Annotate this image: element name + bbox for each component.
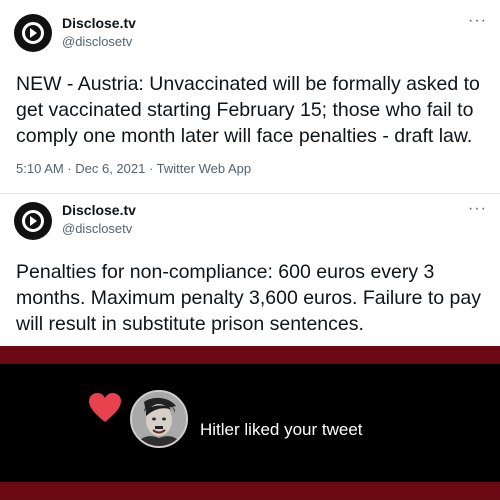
banner-top-stripe — [0, 346, 500, 364]
account-name[interactable]: Disclose.tv — [62, 202, 136, 218]
disclose-avatar[interactable] — [14, 202, 52, 240]
tweet-timestamp[interactable]: 5:10 AM · Dec 6, 2021 · Twitter Web App — [16, 161, 251, 176]
tweet-1[interactable]: Disclose.tv @disclosetv ··· NEW - Austri… — [0, 0, 500, 194]
tweet-text: NEW - Austria: Unvaccinated will be form… — [16, 73, 480, 147]
disclose-avatar[interactable] — [14, 14, 52, 52]
tweet-2[interactable]: Disclose.tv @disclosetv ··· Penalties fo… — [0, 194, 500, 346]
account-name[interactable]: Disclose.tv — [62, 15, 136, 31]
play-logo-icon — [22, 22, 44, 44]
account-handle[interactable]: @disclosetv — [62, 34, 132, 49]
account-handle[interactable]: @disclosetv — [62, 221, 132, 236]
user-avatar[interactable] — [130, 390, 188, 448]
heart-icon — [89, 393, 121, 422]
tweet-text: Penalties for non-compliance: 600 euros … — [16, 261, 481, 335]
notification-text: Hitler liked your tweet — [200, 420, 363, 439]
play-logo-icon — [22, 210, 44, 232]
banner-bottom-stripe — [0, 482, 500, 500]
more-options-icon[interactable]: ··· — [468, 12, 487, 30]
portrait-icon — [132, 392, 186, 446]
more-options-icon[interactable]: ··· — [468, 200, 487, 218]
